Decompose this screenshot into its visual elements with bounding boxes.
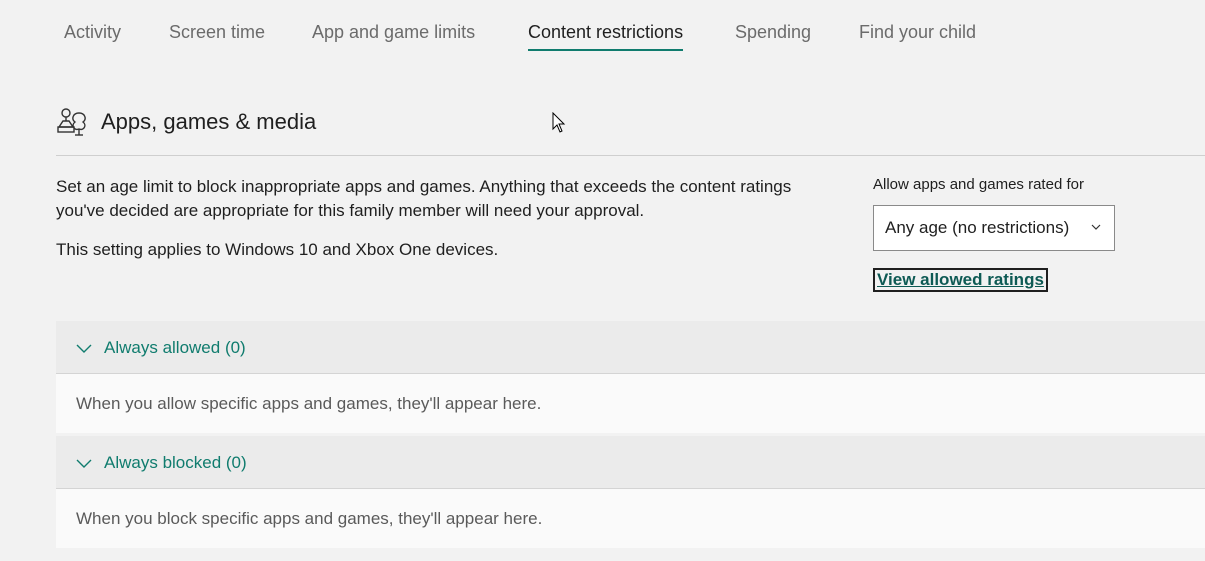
chevron-down-icon xyxy=(1091,224,1101,230)
section-note: This setting applies to Windows 10 and X… xyxy=(56,240,499,259)
chevron-down-icon xyxy=(76,344,92,353)
always-allowed-header[interactable]: Always allowed (0) xyxy=(56,321,1205,374)
section-divider xyxy=(56,155,1205,156)
tab-find-your-child[interactable]: Find your child xyxy=(859,20,976,44)
chevron-down-icon xyxy=(76,459,92,468)
section-description: Set an age limit to block inappropriate … xyxy=(56,177,792,220)
tab-spending[interactable]: Spending xyxy=(735,20,811,44)
always-allowed-empty-text: When you allow specific apps and games, … xyxy=(76,393,542,413)
tab-app-and-game-limits[interactable]: App and game limits xyxy=(312,20,475,44)
tab-activity[interactable]: Activity xyxy=(64,20,121,44)
always-blocked-body: When you block specific apps and games, … xyxy=(56,488,1205,548)
always-blocked-title: Always blocked (0) xyxy=(104,452,247,472)
section-title: Apps, games & media xyxy=(101,109,317,134)
always-allowed-title: Always allowed (0) xyxy=(104,337,246,357)
mouse-cursor-icon xyxy=(552,112,566,133)
view-allowed-ratings-link[interactable]: View allowed ratings xyxy=(873,268,1048,292)
tab-content-restrictions[interactable]: Content restrictions xyxy=(528,20,684,51)
age-rating-selected-value: Any age (no restrictions) xyxy=(885,218,1070,237)
tab-screen-time[interactable]: Screen time xyxy=(169,20,265,44)
tab-bar: Activity Screen time App and game limits… xyxy=(0,0,1205,60)
section-header: Apps, games & media xyxy=(55,104,316,140)
always-blocked-header[interactable]: Always blocked (0) xyxy=(56,436,1205,489)
rating-label: Allow apps and games rated for xyxy=(873,176,1084,193)
always-allowed-body: When you allow specific apps and games, … xyxy=(56,373,1205,433)
apps-games-media-icon xyxy=(57,108,86,136)
age-rating-dropdown[interactable]: Any age (no restrictions) xyxy=(873,205,1115,251)
always-blocked-empty-text: When you block specific apps and games, … xyxy=(76,508,543,528)
